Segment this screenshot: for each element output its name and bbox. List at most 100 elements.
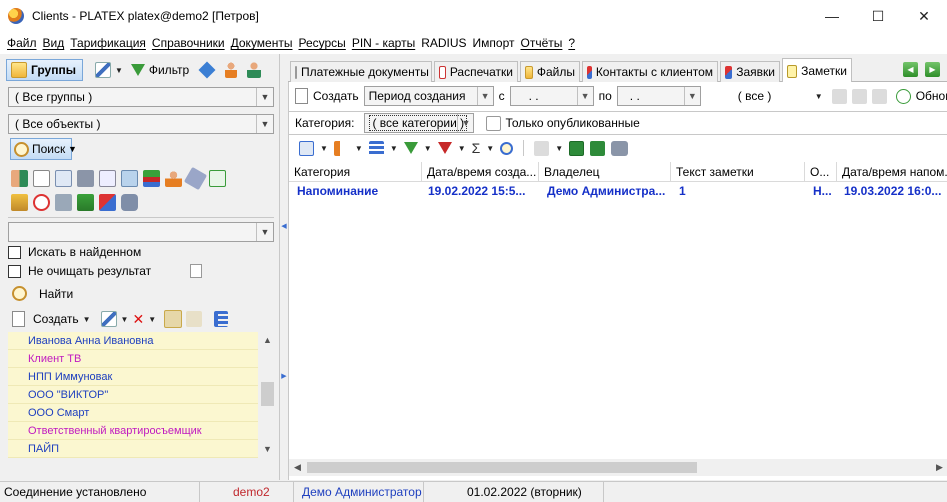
edit-icon[interactable] (94, 62, 111, 78)
date-to-field[interactable]: . . ▼ (616, 86, 701, 106)
scroll-up-icon[interactable]: ▲ (259, 332, 276, 349)
tab-payment-documents[interactable]: Платежные документы (290, 61, 432, 82)
sort-dropdown-icon[interactable]: ▼ (355, 144, 363, 153)
package-icon[interactable] (99, 194, 116, 211)
scroll-thumb[interactable] (307, 462, 697, 473)
tab-contacts[interactable]: Контакты с клиентом (582, 61, 718, 82)
new-document-icon[interactable] (12, 311, 25, 327)
find-icon[interactable] (500, 141, 514, 155)
search-button[interactable]: Поиск (10, 138, 73, 160)
person-icon[interactable] (225, 62, 238, 78)
new-note-icon[interactable] (295, 88, 308, 104)
tab-prev-icon[interactable]: ◀ (903, 62, 918, 77)
create-label[interactable]: Создать (33, 312, 79, 326)
cell-created[interactable]: 19.02.2022 15:5... (422, 182, 539, 200)
category-select[interactable]: ( все категории ) ▼ (364, 113, 475, 133)
filter-clear-icon[interactable] (437, 142, 452, 154)
chevron-down-icon[interactable]: ▼ (576, 87, 593, 105)
list-scrollbar[interactable]: ▲ ▼ (259, 332, 276, 458)
group-select[interactable]: ( Все группы ) ▼ (8, 87, 274, 107)
address-book-icon[interactable] (121, 170, 138, 187)
scroll-left-icon[interactable]: ◀ (289, 459, 306, 476)
table-row[interactable]: Напоминание 19.02.2022 15:5... Демо Адми… (289, 182, 947, 200)
edit-disabled-icon[interactable] (851, 88, 867, 104)
published-only-toggle[interactable]: Только опубликованные (505, 116, 639, 130)
hierarchy-icon[interactable] (214, 311, 229, 327)
chevron-down-icon[interactable]: ▼ (457, 114, 473, 132)
person-add-icon[interactable] (247, 62, 262, 78)
delete-icon[interactable]: ✕ (132, 311, 144, 328)
keep-results-checkbox[interactable]: Не очищать результат (8, 264, 203, 278)
persons-icon[interactable] (11, 170, 28, 187)
menu-documents[interactable]: Документы (228, 36, 296, 50)
scroll-right-icon[interactable]: ▶ (931, 459, 947, 476)
menu-reports[interactable]: Отчёты (518, 36, 566, 50)
grid-icon[interactable] (299, 140, 314, 156)
menu-resources[interactable]: Ресурсы (295, 36, 348, 50)
filter-icon[interactable] (403, 142, 418, 154)
list-item[interactable]: Клиент ТВ (8, 350, 258, 368)
filter-dropdown-icon[interactable]: ▼ (424, 144, 432, 153)
list-item[interactable]: ООО Смарт (8, 404, 258, 422)
hands-icon[interactable] (164, 310, 183, 328)
search-in-found-checkbox[interactable]: Искать в найденном (8, 245, 141, 259)
checkbox-box[interactable] (8, 245, 21, 259)
create-note-button[interactable]: Создать (313, 89, 359, 103)
search-dropdown-icon[interactable]: ▼ (68, 144, 77, 154)
list-item[interactable]: НПП Иммуновак (8, 368, 258, 386)
column-header[interactable]: Текст заметки (671, 162, 805, 182)
tree-icon[interactable] (143, 170, 160, 187)
card-icon[interactable] (55, 170, 72, 187)
folder-stack-icon[interactable] (55, 194, 72, 211)
list-item[interactable]: Ответственный квартиросъемщик (8, 422, 258, 440)
menu-pin-cards[interactable]: PIN - карты (349, 36, 418, 50)
column-header[interactable]: Категория (289, 162, 422, 182)
tree-dropdown-icon[interactable]: ▼ (390, 144, 398, 153)
tab-notes[interactable]: Заметки (782, 58, 852, 83)
find-button[interactable]: Найти (12, 286, 73, 301)
excel-icon[interactable] (569, 140, 585, 156)
archive-icon[interactable] (77, 194, 94, 211)
grid-dropdown-icon[interactable]: ▼ (320, 144, 328, 153)
minimize-button[interactable]: — (809, 0, 855, 32)
search-input[interactable]: ▼ (8, 222, 274, 242)
column-header[interactable]: Дата/время созда... (422, 162, 539, 182)
print-icon[interactable] (611, 140, 629, 156)
copy-icon[interactable] (534, 140, 550, 156)
list-item[interactable]: ООО "ВИКТОР" (8, 386, 258, 404)
menu-references[interactable]: Справочники (149, 36, 228, 50)
menu-tariffs[interactable]: Тарификация (67, 36, 149, 50)
menu-import[interactable]: Импорт (470, 36, 518, 50)
copy-icon[interactable] (831, 88, 847, 104)
scope-select[interactable]: ( все ) (734, 86, 810, 106)
maximize-button[interactable]: ☐ (855, 0, 901, 32)
calendar-icon[interactable] (33, 170, 50, 187)
stop-icon[interactable] (33, 194, 50, 211)
menu-help[interactable]: ? (565, 36, 578, 50)
menu-radius[interactable]: RADIUS (418, 36, 469, 50)
save-icon[interactable] (590, 140, 606, 156)
tab-files[interactable]: Файлы (520, 61, 580, 82)
menu-file[interactable]: Файл (4, 36, 40, 50)
period-select[interactable]: Период создания ▼ (363, 86, 494, 106)
refresh-label[interactable]: Обнови (916, 89, 947, 103)
cell-flag[interactable]: Н... (805, 182, 837, 200)
chevron-down-icon[interactable]: ▼ (476, 87, 493, 105)
cell-owner[interactable]: Демо Администра... (539, 182, 671, 200)
scroll-thumb[interactable] (261, 382, 274, 406)
scope-dropdown-icon[interactable]: ▼ (815, 92, 823, 101)
checkbox-box[interactable] (8, 264, 21, 278)
edit-dropdown-icon[interactable]: ▼ (121, 315, 129, 324)
copy-dropdown-icon[interactable]: ▼ (555, 144, 563, 153)
user-icon[interactable] (165, 170, 182, 187)
hands-alt-icon[interactable] (186, 311, 203, 327)
tab-requests[interactable]: Заявки (720, 61, 780, 82)
close-button[interactable]: ✕ (901, 0, 947, 32)
document-list-icon[interactable] (99, 170, 116, 187)
tab-printouts[interactable]: Распечатки (434, 61, 518, 82)
database-icon[interactable] (121, 194, 138, 211)
phone-icon[interactable] (77, 170, 94, 187)
delete-disabled-icon[interactable] (871, 88, 887, 104)
tab-next-icon[interactable]: ▶ (925, 62, 940, 77)
sort-icon[interactable] (333, 140, 349, 156)
